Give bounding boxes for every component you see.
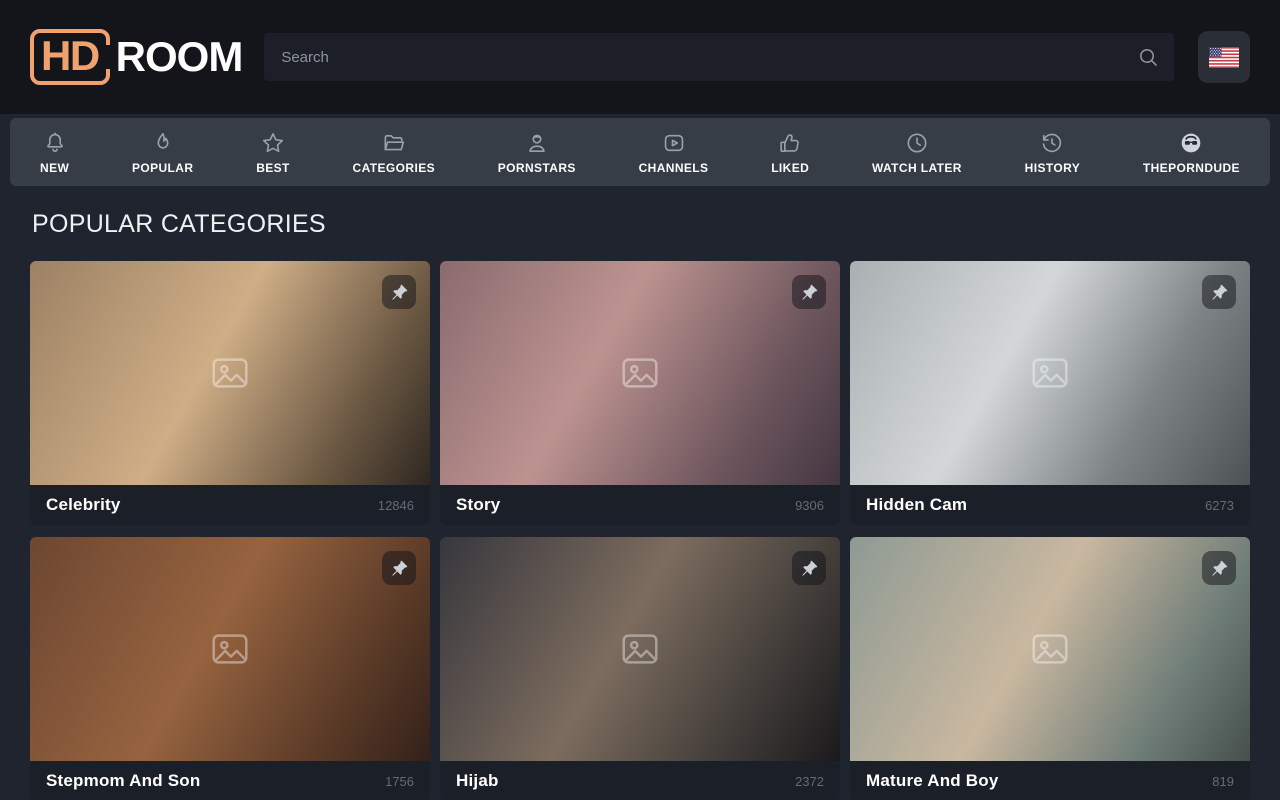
category-card[interactable]: Story 9306 bbox=[440, 261, 840, 525]
category-thumbnail bbox=[850, 261, 1250, 485]
main-content: POPULAR CATEGORIES Celebrity 12846 bbox=[0, 210, 1280, 800]
category-title: Story bbox=[456, 495, 500, 515]
category-card-footer: Stepmom And Son 1756 bbox=[30, 761, 430, 800]
category-count: 6273 bbox=[1205, 498, 1234, 513]
category-thumbnail bbox=[440, 261, 840, 485]
category-thumbnail bbox=[30, 261, 430, 485]
pin-icon bbox=[391, 284, 408, 301]
pin-icon bbox=[801, 560, 818, 577]
category-title: Hidden Cam bbox=[866, 495, 967, 515]
nav-item-best[interactable]: BEST bbox=[256, 130, 290, 175]
image-placeholder-icon bbox=[1027, 350, 1073, 396]
pin-icon bbox=[1211, 560, 1228, 577]
category-title: Celebrity bbox=[46, 495, 121, 515]
logo-frame: HD bbox=[30, 29, 110, 85]
category-count: 9306 bbox=[795, 498, 824, 513]
nav-item-pornstars[interactable]: PORNSTARS bbox=[498, 130, 576, 175]
folder-icon bbox=[381, 130, 407, 156]
image-placeholder-icon bbox=[207, 626, 253, 672]
category-thumbnail bbox=[440, 537, 840, 761]
nav-item-watch-later[interactable]: WATCH LATER bbox=[872, 130, 962, 175]
nav-item-label: POPULAR bbox=[132, 161, 193, 175]
search-bar bbox=[264, 33, 1174, 81]
person-icon bbox=[524, 130, 550, 156]
nav-item-categories[interactable]: CATEGORIES bbox=[353, 130, 435, 175]
nav-item-label: CATEGORIES bbox=[353, 161, 435, 175]
category-count: 2372 bbox=[795, 774, 824, 789]
pin-icon bbox=[1211, 284, 1228, 301]
pin-button[interactable] bbox=[382, 275, 416, 309]
nav-item-history[interactable]: HISTORY bbox=[1025, 130, 1080, 175]
language-button[interactable] bbox=[1198, 31, 1250, 83]
thumbs-up-icon bbox=[777, 130, 803, 156]
logo[interactable]: HD ROOM bbox=[30, 29, 242, 85]
nav-item-label: BEST bbox=[256, 161, 290, 175]
category-card-footer: Hijab 2372 bbox=[440, 761, 840, 800]
clock-icon bbox=[904, 130, 930, 156]
image-placeholder-icon bbox=[617, 350, 663, 396]
nav-item-channels[interactable]: CHANNELS bbox=[639, 130, 709, 175]
pin-button[interactable] bbox=[382, 551, 416, 585]
pin-button[interactable] bbox=[792, 551, 826, 585]
category-count: 1756 bbox=[385, 774, 414, 789]
category-count: 12846 bbox=[378, 498, 414, 513]
search-button[interactable] bbox=[1128, 37, 1168, 77]
category-title: Hijab bbox=[456, 771, 499, 791]
pin-icon bbox=[391, 560, 408, 577]
flame-icon bbox=[150, 130, 176, 156]
image-placeholder-icon bbox=[617, 626, 663, 672]
search-icon bbox=[1136, 45, 1160, 69]
category-card[interactable]: Hijab 2372 bbox=[440, 537, 840, 800]
category-card-footer: Hidden Cam 6273 bbox=[850, 485, 1250, 525]
category-grid: Celebrity 12846 Story 9306 bbox=[30, 261, 1250, 800]
search-input[interactable] bbox=[264, 33, 1174, 81]
category-thumbnail bbox=[850, 537, 1250, 761]
primary-nav: NEW POPULAR BEST CATEGORIES PORNSTARS bbox=[10, 118, 1270, 186]
star-icon bbox=[260, 130, 286, 156]
category-card-footer: Story 9306 bbox=[440, 485, 840, 525]
logo-hd: HD bbox=[41, 35, 99, 77]
bell-icon bbox=[42, 130, 68, 156]
nav-item-label: PORNSTARS bbox=[498, 161, 576, 175]
nav-item-popular[interactable]: POPULAR bbox=[132, 130, 193, 175]
pin-button[interactable] bbox=[792, 275, 826, 309]
category-card[interactable]: Hidden Cam 6273 bbox=[850, 261, 1250, 525]
header: HD ROOM bbox=[0, 0, 1280, 114]
nav-item-label: NEW bbox=[40, 161, 69, 175]
pin-button[interactable] bbox=[1202, 275, 1236, 309]
category-card-footer: Celebrity 12846 bbox=[30, 485, 430, 525]
category-card[interactable]: Stepmom And Son 1756 bbox=[30, 537, 430, 800]
category-thumbnail bbox=[30, 537, 430, 761]
pin-icon bbox=[801, 284, 818, 301]
category-title: Mature And Boy bbox=[866, 771, 999, 791]
us-flag-icon bbox=[1209, 47, 1239, 68]
nav-item-label: WATCH LATER bbox=[872, 161, 962, 175]
nav-item-label: THEPORNDUDE bbox=[1143, 161, 1240, 175]
nav-item-label: LIKED bbox=[771, 161, 809, 175]
category-count: 819 bbox=[1212, 774, 1234, 789]
nav-item-new[interactable]: NEW bbox=[40, 130, 69, 175]
nav-item-label: CHANNELS bbox=[639, 161, 709, 175]
image-placeholder-icon bbox=[1027, 626, 1073, 672]
nav-item-label: HISTORY bbox=[1025, 161, 1080, 175]
logo-room: ROOM bbox=[116, 33, 243, 81]
category-card-footer: Mature And Boy 819 bbox=[850, 761, 1250, 800]
nav-item-liked[interactable]: LIKED bbox=[771, 130, 809, 175]
category-card[interactable]: Mature And Boy 819 bbox=[850, 537, 1250, 800]
nav-item-theporndude[interactable]: THEPORNDUDE bbox=[1143, 130, 1240, 175]
history-icon bbox=[1039, 130, 1065, 156]
category-card[interactable]: Celebrity 12846 bbox=[30, 261, 430, 525]
pin-button[interactable] bbox=[1202, 551, 1236, 585]
image-placeholder-icon bbox=[207, 350, 253, 396]
theporndude-icon bbox=[1178, 130, 1204, 156]
play-box-icon bbox=[661, 130, 687, 156]
section-title: POPULAR CATEGORIES bbox=[32, 210, 1248, 239]
category-title: Stepmom And Son bbox=[46, 771, 200, 791]
